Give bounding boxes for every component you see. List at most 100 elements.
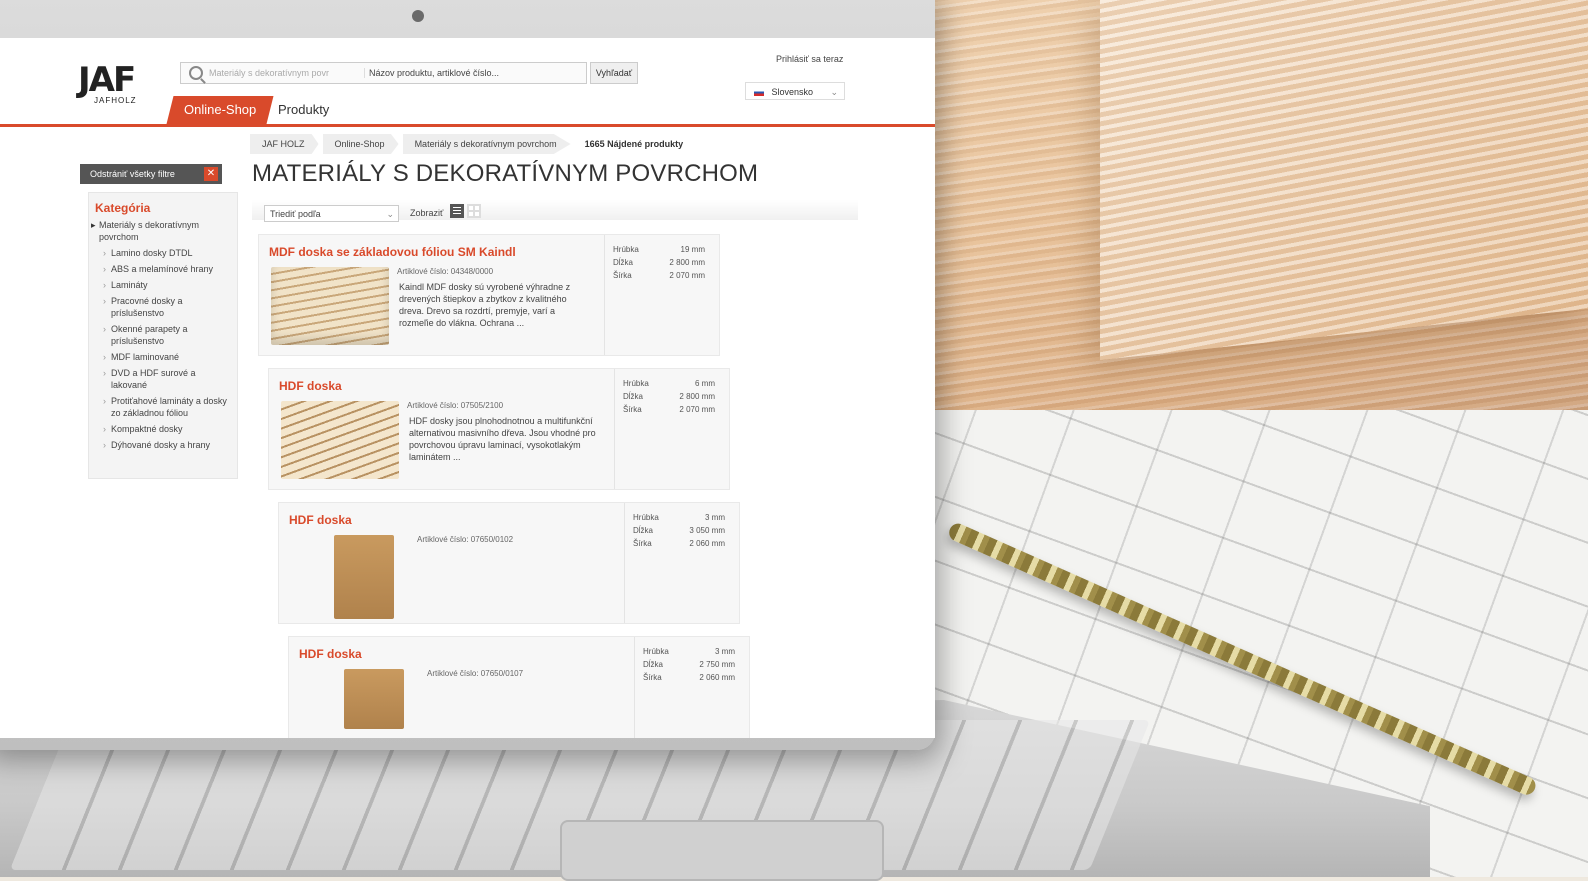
logo[interactable]: JAF	[78, 60, 136, 100]
search-input[interactable]: Názov produktu, artiklové číslo...	[364, 68, 586, 78]
product-article-number: Artiklové číslo: 07650/0102	[417, 535, 514, 544]
list-toolbar: Triediť podľa ⌄ Zobraziť	[252, 200, 858, 222]
spec-label: Dĺžka	[633, 526, 654, 535]
spec-row: Dĺžka 2 800 mm	[605, 256, 715, 269]
background-plank	[1100, 0, 1588, 360]
product-title[interactable]: HDF doska	[279, 379, 342, 393]
spec-value: 2 800 mm	[669, 258, 705, 267]
product-title[interactable]: MDF doska se základovou fóliou SM Kaindl	[269, 245, 516, 259]
search-category-field[interactable]: Materiály s dekoratívnym povr	[209, 68, 364, 78]
sidebar-item[interactable]: Dýhované dosky a hrany	[103, 439, 233, 451]
product-specs: Hrúbka 3 mm Dĺžka 3 050 mm Šírka 2 060 mm	[624, 503, 735, 623]
sidebar-item[interactable]: Kompaktné dosky	[103, 423, 233, 435]
product-title[interactable]: HDF doska	[289, 513, 352, 527]
product-specs: Hrúbka 3 mm Dĺžka 2 750 mm Šírka 2 060 mm	[634, 637, 745, 738]
product-image[interactable]	[281, 401, 399, 479]
logo-subtitle: JAFHOLZ	[94, 96, 137, 105]
breadcrumb-item[interactable]: Materiály s dekoratívnym povrchom	[402, 134, 571, 154]
spec-row: Hrúbka 3 mm	[635, 645, 745, 658]
spec-label: Hrúbka	[633, 513, 659, 522]
close-icon[interactable]: ✕	[204, 167, 218, 181]
spec-label: Šírka	[623, 405, 642, 414]
spec-value: 2 070 mm	[669, 271, 705, 280]
sort-select[interactable]: Triediť podľa ⌄	[264, 205, 399, 222]
spec-row: Šírka 2 070 mm	[605, 269, 715, 282]
breadcrumb-item[interactable]: Online-Shop	[322, 134, 399, 154]
product-specs: Hrúbka 6 mm Dĺžka 2 800 mm Šírka 2 070 mm	[614, 369, 725, 489]
clear-filters-button[interactable]: Odstrániť všetky filtre ✕	[80, 164, 222, 184]
spec-label: Dĺžka	[623, 392, 644, 401]
chevron-down-icon: ⌄	[830, 87, 838, 97]
spec-value: 2 060 mm	[689, 539, 725, 548]
spec-value: 3 mm	[705, 513, 725, 522]
tab-online-shop-label: Online-Shop	[183, 102, 257, 117]
spec-label: Hrúbka	[613, 245, 639, 254]
category-heading: Kategória	[95, 201, 151, 215]
spec-row: Hrúbka 19 mm	[605, 243, 715, 256]
search-bar: Materiály s dekoratívnym povr Názov prod…	[180, 62, 587, 84]
spec-row: Dĺžka 2 750 mm	[635, 658, 745, 671]
sidebar-item[interactable]: Pracovné dosky a príslušenstvo	[103, 295, 233, 319]
spec-row: Šírka 2 060 mm	[625, 537, 735, 550]
spec-label: Dĺžka	[643, 660, 664, 669]
sidebar-item[interactable]: Lamináty	[103, 279, 233, 291]
spec-value: 2 750 mm	[699, 660, 735, 669]
logo-text: JAF	[78, 60, 136, 100]
sidebar-item[interactable]: Okenné parapety a príslušenstvo	[103, 323, 233, 347]
search-button[interactable]: Vyhľadať	[590, 62, 638, 84]
spec-value: 2 070 mm	[679, 405, 715, 414]
grid-view-icon[interactable]	[467, 204, 481, 218]
product-card[interactable]: HDF doska Artiklové číslo: 07650/0102 Hr…	[278, 502, 740, 624]
sidebar-item[interactable]: Protiťahové lamináty a dosky zo základno…	[103, 395, 233, 419]
spec-value: 6 mm	[695, 379, 715, 388]
product-article-number: Artiklové číslo: 04348/0000	[397, 267, 494, 276]
product-title[interactable]: HDF doska	[299, 647, 362, 661]
product-card[interactable]: HDF doska Artiklové číslo: 07650/0107 Hr…	[288, 636, 750, 738]
language-select[interactable]: Slovensko ⌄	[745, 82, 845, 100]
result-count: 1665 Nájdené produkty	[584, 139, 684, 149]
sort-label: Triediť podľa	[270, 209, 321, 219]
search-icon	[189, 66, 203, 80]
spec-label: Šírka	[633, 539, 652, 548]
spec-row: Hrúbka 3 mm	[625, 511, 735, 524]
camera-icon	[412, 10, 424, 22]
view-label: Zobraziť	[410, 208, 444, 218]
sidebar-item[interactable]: ABS a melamínové hrany	[103, 263, 233, 275]
spec-value: 2 800 mm	[679, 392, 715, 401]
product-description: HDF dosky jsou plnohodnotnou a multifunk…	[409, 416, 596, 462]
product-article-number: Artiklové číslo: 07505/2100	[407, 401, 504, 410]
list-view-icon[interactable]	[450, 204, 464, 218]
laptop-screen: JAF JAFHOLZ Materiály s dekoratívnym pov…	[0, 38, 935, 738]
spec-label: Šírka	[643, 673, 662, 682]
sidebar-item[interactable]: Lamino dosky DTDL	[103, 247, 233, 259]
product-card[interactable]: HDF doska Artiklové číslo: 07505/2100 HD…	[268, 368, 730, 490]
product-card[interactable]: MDF doska se základovou fóliou SM Kaindl…	[258, 234, 720, 356]
tab-online-shop[interactable]: Online-Shop	[166, 96, 274, 124]
product-image[interactable]	[344, 669, 404, 729]
product-article-number: Artiklové číslo: 07650/0107	[427, 669, 524, 678]
tab-products[interactable]: Produkty	[278, 96, 329, 124]
product-image[interactable]	[334, 535, 394, 619]
category-sidebar: Kategória Materiály s dekoratívnym povrc…	[88, 192, 238, 479]
spec-row: Hrúbka 6 mm	[615, 377, 725, 390]
laptop-trackpad	[560, 820, 884, 881]
spec-value: 2 060 mm	[699, 673, 735, 682]
spec-row: Šírka 2 070 mm	[615, 403, 725, 416]
login-link[interactable]: Prihlásiť sa teraz	[776, 54, 843, 64]
chevron-down-icon: ⌄	[386, 209, 394, 219]
product-image[interactable]	[271, 267, 389, 345]
spec-row: Dĺžka 2 800 mm	[615, 390, 725, 403]
spec-row: Šírka 2 060 mm	[635, 671, 745, 684]
sidebar-item[interactable]: MDF laminované	[103, 351, 233, 363]
sidebar-item-root[interactable]: Materiály s dekoratívnym povrchom	[91, 219, 233, 243]
spec-row: Dĺžka 3 050 mm	[625, 524, 735, 537]
spec-value: 19 mm	[680, 245, 705, 254]
sidebar-item[interactable]: DVD a HDF surové a lakované	[103, 367, 233, 391]
site-header: JAF JAFHOLZ Materiály s dekoratívnym pov…	[0, 38, 935, 127]
spec-value: 3 mm	[715, 647, 735, 656]
page-title: MATERIÁLY S DEKORATÍVNYM POVRCHOM	[252, 160, 759, 187]
breadcrumb-item[interactable]: JAF HOLZ	[250, 134, 319, 154]
flag-icon	[754, 89, 764, 97]
spec-label: Dĺžka	[613, 258, 634, 267]
language-label: Slovensko	[771, 87, 814, 97]
